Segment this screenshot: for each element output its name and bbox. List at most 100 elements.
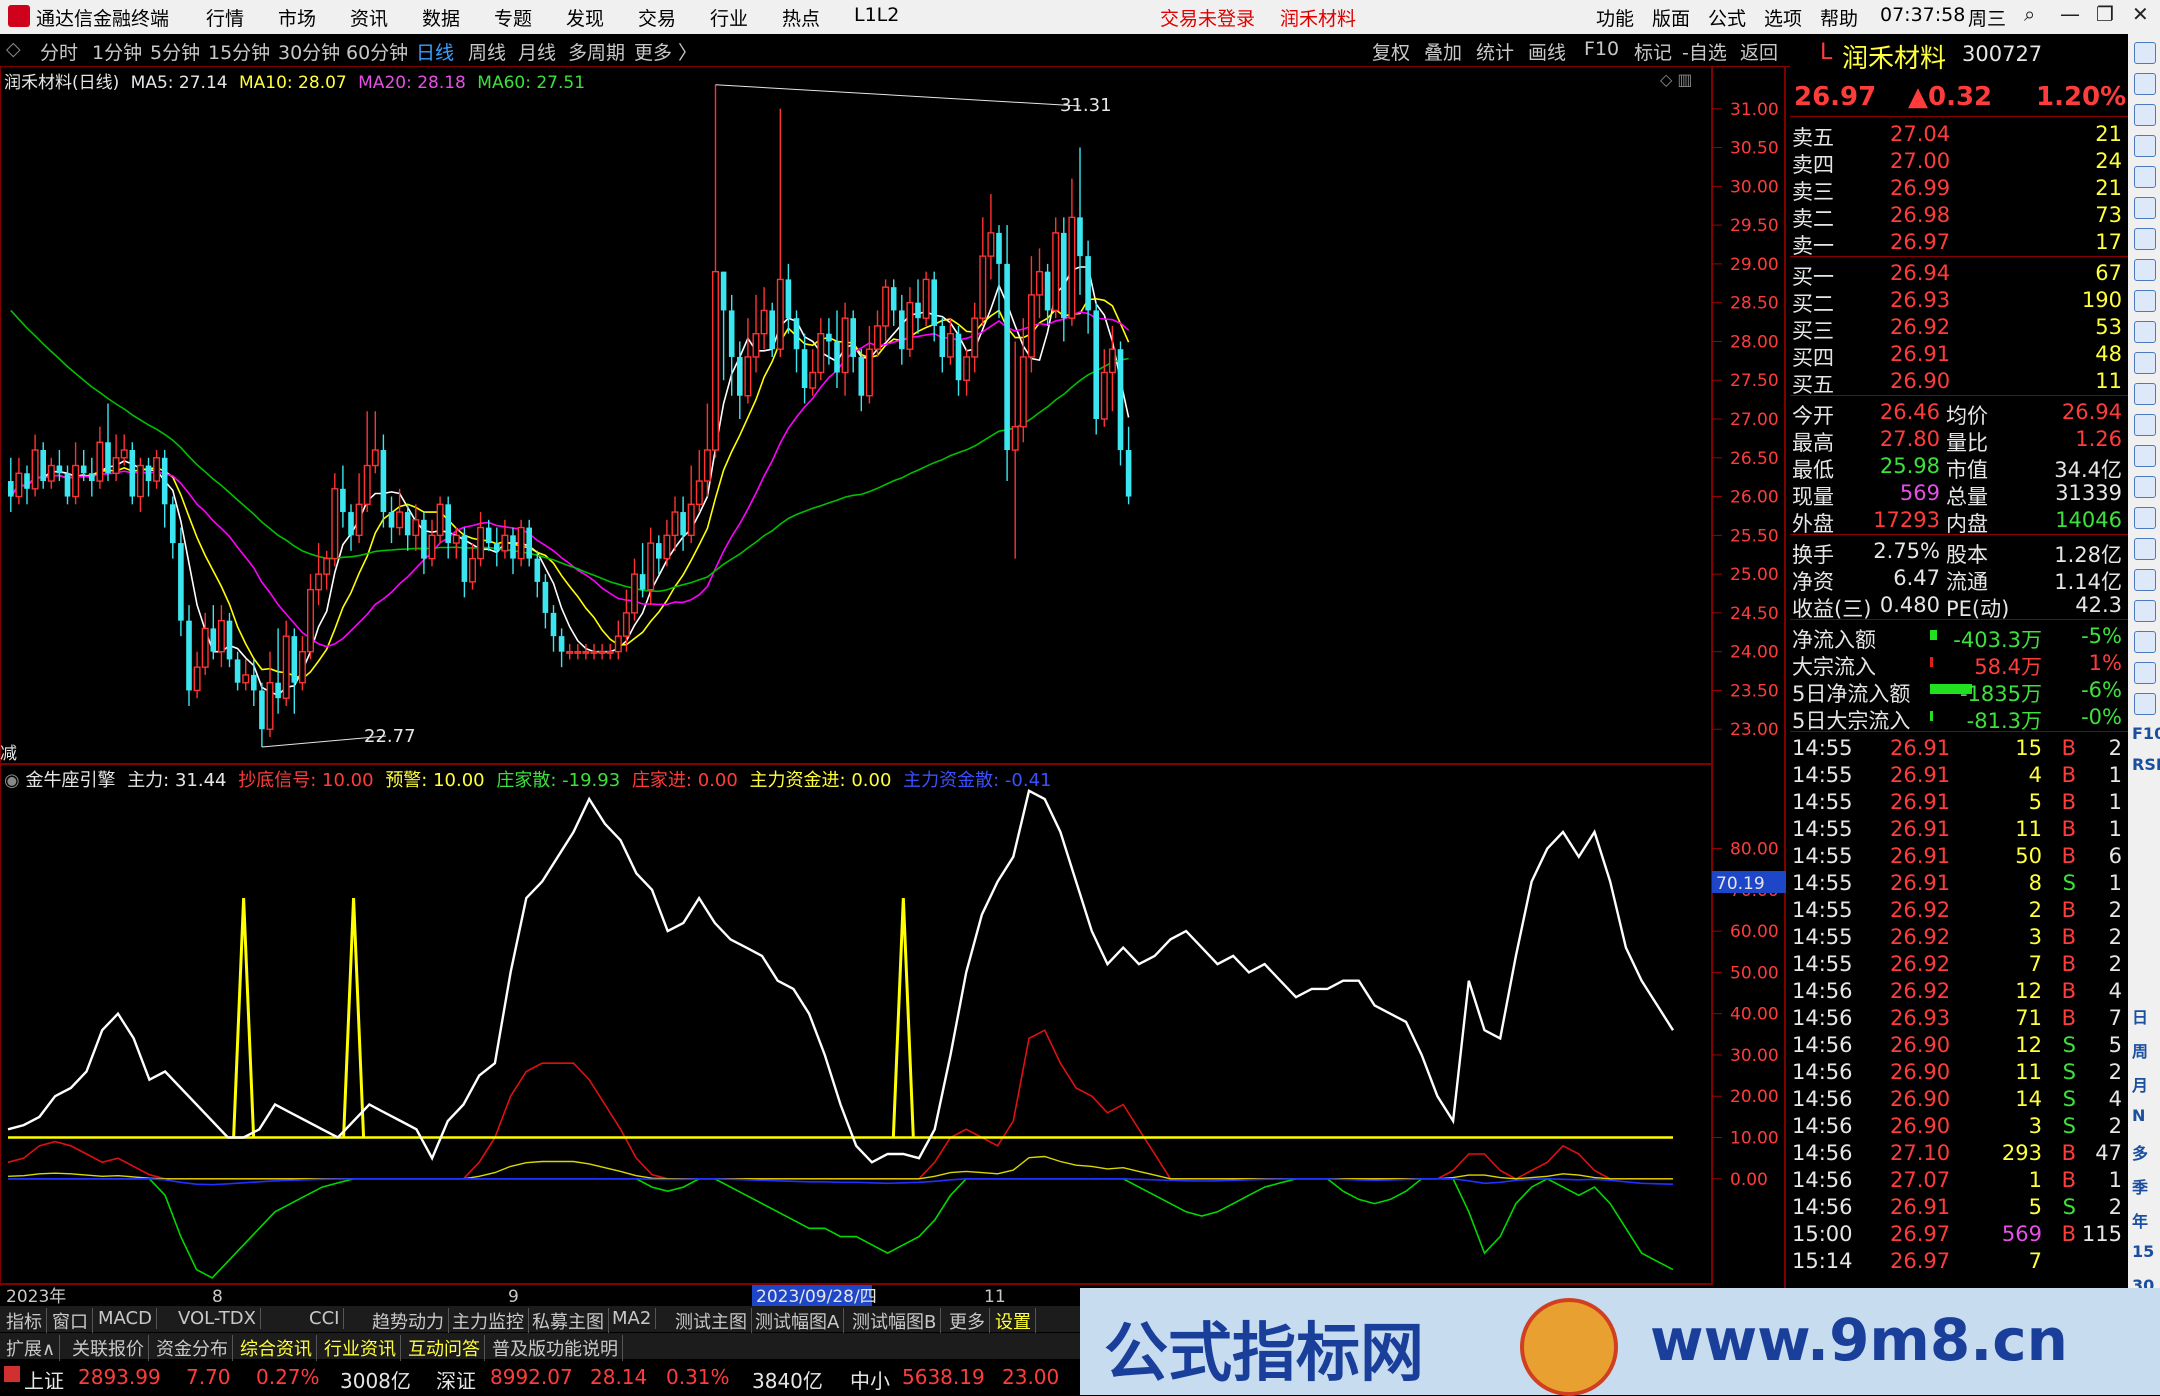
menu-redian[interactable]: 热点 (782, 4, 820, 31)
zx-index-name[interactable]: 中小 (850, 1365, 890, 1394)
btn-tongji[interactable]: 统计 (1476, 38, 1514, 65)
menu-faxian[interactable]: 发现 (566, 4, 604, 31)
menu-shuju[interactable]: 数据 (422, 4, 460, 31)
sz-index-name[interactable]: 深证 (436, 1365, 476, 1394)
period-monthly[interactable]: 月线 (518, 38, 556, 65)
period-daily[interactable]: 日线 (416, 38, 454, 65)
info-tab-4[interactable]: 行业资讯 (320, 1335, 401, 1361)
menu-gongneng[interactable]: 功能 (1596, 4, 1634, 31)
bottom-tab-6[interactable]: 主力监控 (448, 1308, 529, 1334)
bottom-tab-0[interactable]: 指标 (2, 1308, 47, 1334)
kline-chart[interactable]: 31.00 30.50 30.00 29.50 29.00 28.50 28.00 27.50… (0, 66, 1790, 1306)
sidebar-tool-icon[interactable] (2134, 259, 2156, 281)
sidebar-tool-icon[interactable] (2134, 166, 2156, 188)
sidebar-label-8[interactable]: 年 (2132, 1208, 2148, 1232)
sidebar-tool-icon[interactable] (2134, 538, 2156, 560)
close-icon[interactable]: ✕ (2132, 2, 2149, 26)
restore-icon[interactable]: ❐ (2096, 2, 2114, 26)
bottom-tab-7[interactable]: 私募主图 (528, 1308, 609, 1334)
sidebar-tool-icon[interactable] (2134, 42, 2156, 64)
btn-fanhui[interactable]: 返回 (1740, 38, 1778, 65)
bottom-tab-3[interactable]: VOL-TDX (174, 1308, 261, 1329)
btn-diejia[interactable]: 叠加 (1424, 38, 1462, 65)
period-60min[interactable]: 60分钟 (346, 38, 408, 65)
btn-f10[interactable]: F10 (1584, 38, 1619, 60)
period-multi[interactable]: 多周期 (568, 38, 625, 65)
period-more[interactable]: 更多 〉 (634, 38, 697, 65)
period-fenshi[interactable]: 分时 (40, 38, 78, 65)
menu-hangqing[interactable]: 行情 (206, 4, 244, 31)
sidebar-tool-icon[interactable] (2134, 228, 2156, 250)
sidebar-tool-icon[interactable] (2134, 507, 2156, 529)
bottom-tab-4[interactable]: CCI (305, 1308, 345, 1329)
search-icon[interactable]: ⌕ (2024, 2, 2035, 26)
info-tab-6[interactable]: 普及版功能说明 (488, 1335, 623, 1361)
btn-biaoji[interactable]: 标记 (1634, 38, 1672, 65)
indicator-toggle-icon[interactable]: ◉ (4, 770, 20, 791)
sidebar-tool-icon[interactable] (2134, 321, 2156, 343)
bottom-tab-13[interactable]: 设置 (991, 1308, 1036, 1334)
sidebar-label-3[interactable]: 周 (2132, 1038, 2148, 1062)
menu-bangzhu[interactable]: 帮助 (1820, 4, 1858, 31)
menu-banmian[interactable]: 版面 (1652, 4, 1690, 31)
indicator-name[interactable]: 金牛座引擎 (25, 770, 115, 791)
sidebar-label-4[interactable]: 月 (2132, 1072, 2148, 1096)
bottom-tab-8[interactable]: MA2 (608, 1308, 657, 1329)
sidebar-label-0[interactable]: F10 (2132, 724, 2160, 743)
toolbar-arrow-icon[interactable]: ◇ (6, 38, 21, 60)
sidebar-label-9[interactable]: 15 (2132, 1242, 2154, 1261)
chart-diamond-icon[interactable]: ◇ ▥ (1660, 70, 1693, 89)
sidebar-tool-icon[interactable] (2134, 197, 2156, 219)
bottom-tab-9[interactable]: 测试主图 (671, 1308, 752, 1334)
sidebar-tool-icon[interactable] (2134, 476, 2156, 498)
sidebar-label-5[interactable]: N (2132, 1106, 2145, 1125)
sidebar-tool-icon[interactable] (2134, 414, 2156, 436)
btn-zixuan[interactable]: -自选 (1682, 38, 1727, 65)
menu-hangye[interactable]: 行业 (710, 4, 748, 31)
sidebar-label-1[interactable]: RSI (2132, 755, 2160, 774)
trade-login-status[interactable]: 交易未登录 (1160, 4, 1255, 31)
sidebar-tool-icon[interactable] (2134, 104, 2156, 126)
sidebar-label-6[interactable]: 多 (2132, 1140, 2148, 1164)
period-1min[interactable]: 1分钟 (92, 38, 142, 65)
sidebar-tool-icon[interactable] (2134, 600, 2156, 622)
info-tab-5[interactable]: 互动问答 (404, 1335, 485, 1361)
menu-zhuanti[interactable]: 专题 (494, 4, 532, 31)
sidebar-tool-icon[interactable] (2134, 383, 2156, 405)
menu-zixun[interactable]: 资讯 (350, 4, 388, 31)
sidebar-tool-icon[interactable] (2134, 352, 2156, 374)
menu-l1l2[interactable]: L1L2 (854, 4, 899, 26)
period-30min[interactable]: 30分钟 (278, 38, 340, 65)
menu-xuanxiang[interactable]: 选项 (1764, 4, 1802, 31)
period-5min[interactable]: 5分钟 (150, 38, 200, 65)
menu-jiaoyi[interactable]: 交易 (638, 4, 676, 31)
info-tab-1[interactable]: 关联报价 (68, 1335, 149, 1361)
bottom-tab-12[interactable]: 更多 (945, 1308, 990, 1334)
bottom-tab-11[interactable]: 测试幅图B (848, 1308, 942, 1334)
bottom-tab-2[interactable]: MACD (94, 1308, 157, 1329)
btn-fuquan[interactable]: 复权 (1372, 38, 1410, 65)
period-weekly[interactable]: 周线 (468, 38, 506, 65)
bottom-tab-1[interactable]: 窗口 (48, 1308, 93, 1334)
info-tab-3[interactable]: 综合资讯 (236, 1335, 317, 1361)
sidebar-tool-icon[interactable] (2134, 569, 2156, 591)
sidebar-tool-icon[interactable] (2134, 693, 2156, 715)
info-tab-2[interactable]: 资金分布 (152, 1335, 233, 1361)
sidebar-tool-icon[interactable] (2134, 73, 2156, 95)
sh-index-name[interactable]: 上证 (24, 1365, 64, 1394)
menu-shichang[interactable]: 市场 (278, 4, 316, 31)
menu-gongshi[interactable]: 公式 (1708, 4, 1746, 31)
period-15min[interactable]: 15分钟 (208, 38, 270, 65)
sidebar-tool-icon[interactable] (2134, 135, 2156, 157)
sidebar-tool-icon[interactable] (2134, 290, 2156, 312)
sidebar-tool-icon[interactable] (2134, 662, 2156, 684)
btn-huaxian[interactable]: 画线 (1528, 38, 1566, 65)
info-tab-0[interactable]: 扩展∧ (2, 1335, 61, 1361)
sidebar-tool-icon[interactable] (2134, 631, 2156, 653)
sidebar-label-2[interactable]: 日 (2132, 1004, 2148, 1028)
bottom-tab-10[interactable]: 测试幅图A (751, 1308, 845, 1334)
sidebar-label-7[interactable]: 季 (2132, 1174, 2148, 1198)
minimize-icon[interactable]: — (2060, 2, 2080, 26)
sidebar-tool-icon[interactable] (2134, 445, 2156, 467)
bottom-tab-5[interactable]: 趋势动力 (368, 1308, 449, 1334)
